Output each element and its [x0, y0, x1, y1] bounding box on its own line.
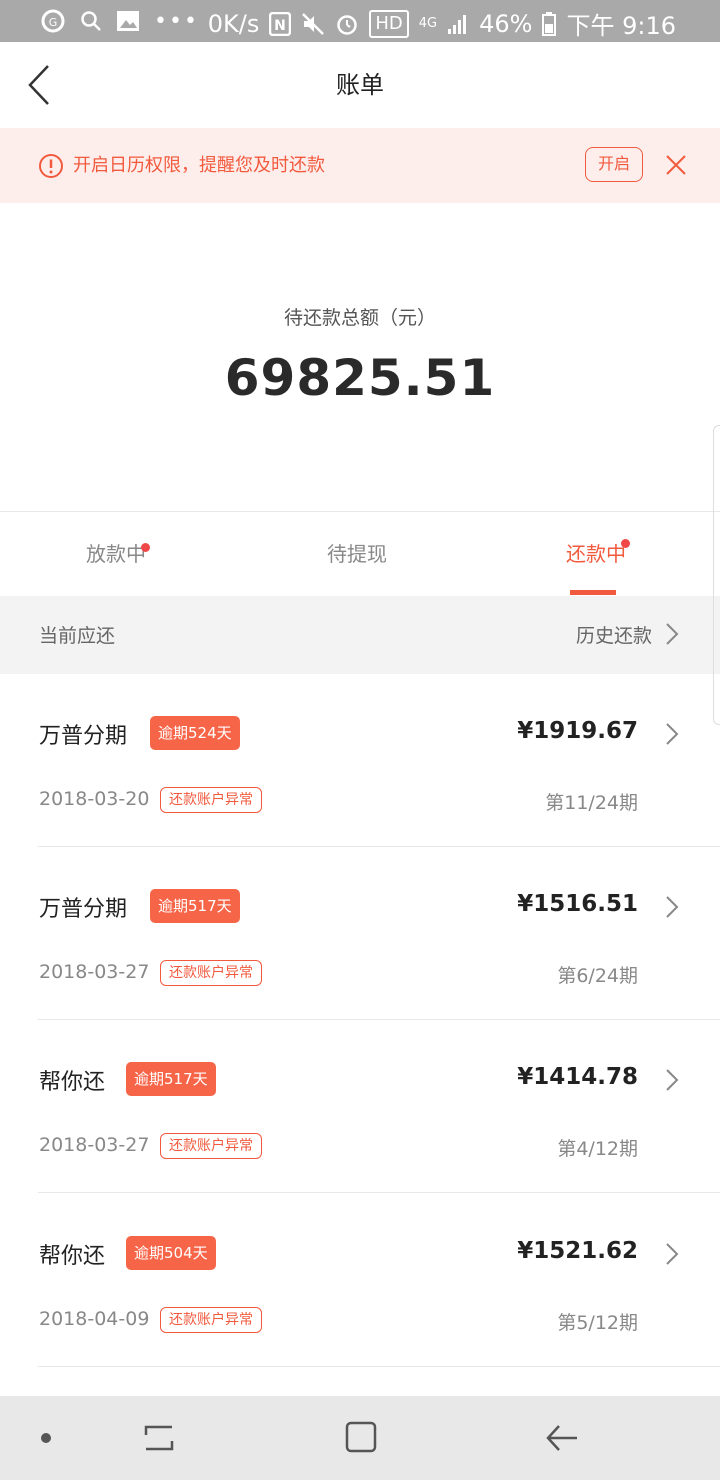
header-bar: 账单: [0, 42, 720, 128]
chevron-right-icon: [666, 896, 679, 918]
total-due-summary: 待还款总额（元） 69825.51: [0, 203, 720, 511]
back-nav-icon[interactable]: [545, 1422, 581, 1454]
bill-amount: ¥1414.78: [517, 1064, 638, 1090]
page-title: 账单: [336, 71, 384, 99]
active-tab-indicator: [570, 590, 616, 595]
search-icon: [81, 11, 101, 31]
calendar-permission-banner: 开启日历权限，提醒您及时还款 开启: [0, 128, 720, 203]
system-navigation-bar: [0, 1396, 720, 1480]
account-error-tag: 还款账户异常: [160, 787, 262, 813]
current-due-label: 当前应还: [39, 625, 116, 647]
lender-name: 万普分期: [39, 897, 128, 922]
tab-repaying[interactable]: 还款中: [566, 512, 626, 596]
bill-item[interactable]: 帮你还 逾期517天 ¥1414.78 2018-03-27 还款账户异常 第4…: [0, 1020, 720, 1193]
chevron-right-icon: [666, 1069, 679, 1091]
installment-period: 第5/12期: [557, 1312, 638, 1334]
due-date: 2018-03-27: [39, 1134, 150, 1156]
gallery-icon: [117, 11, 139, 31]
recent-apps-icon[interactable]: [142, 1421, 176, 1455]
alarm-icon: [337, 14, 358, 35]
more-notifications-icon: •••: [154, 8, 199, 34]
battery-icon: [542, 11, 557, 36]
due-date: 2018-04-09: [39, 1308, 150, 1330]
net-speed: 0K/s: [207, 9, 260, 38]
lender-name: 万普分期: [39, 724, 128, 749]
signal-icon: [448, 14, 467, 34]
tab-label: 待提现: [327, 542, 387, 566]
history-repayment-link[interactable]: 历史还款: [576, 596, 652, 676]
account-error-tag: 还款账户异常: [160, 1133, 262, 1159]
bill-amount: ¥1521.62: [517, 1238, 638, 1264]
overdue-badge: 逾期517天: [126, 1062, 216, 1096]
warning-icon: [39, 154, 63, 178]
bill-amount: ¥1919.67: [517, 718, 638, 744]
tab-repaying-dot: [621, 539, 630, 548]
due-date: 2018-03-27: [39, 961, 150, 983]
tab-label: 放款中: [86, 542, 146, 566]
svg-text:N: N: [275, 18, 287, 34]
network-type: 4G: [418, 16, 438, 31]
dot-indicator-icon: [41, 1433, 51, 1443]
installment-period: 第4/12期: [557, 1138, 638, 1160]
lender-name: 帮你还: [39, 1244, 106, 1269]
banner-text: 开启日历权限，提醒您及时还款: [73, 155, 325, 176]
bill-amount: ¥1516.51: [517, 891, 638, 917]
tab-label: 还款中: [566, 542, 626, 566]
nfc-icon: N: [269, 11, 292, 36]
hd-badge: HD: [369, 9, 409, 38]
tab-bar: 放款中 待提现 还款中: [0, 512, 720, 596]
chevron-right-icon: [666, 1243, 679, 1265]
back-button[interactable]: [22, 62, 62, 108]
data-saver-icon: G: [41, 9, 65, 33]
overdue-badge: 逾期504天: [126, 1236, 216, 1270]
home-icon[interactable]: [344, 1420, 378, 1454]
due-date: 2018-03-20: [39, 788, 150, 810]
tab-lending[interactable]: 放款中: [86, 512, 146, 596]
clock: 下午 9:16: [566, 12, 676, 40]
bill-item[interactable]: 万普分期 逾期524天 ¥1919.67 2018-03-20 还款账户异常 第…: [0, 674, 720, 847]
bill-item[interactable]: 万普分期 逾期517天 ¥1516.51 2018-03-27 还款账户异常 第…: [0, 847, 720, 1020]
chevron-right-icon: [666, 623, 679, 645]
close-icon[interactable]: [664, 153, 688, 177]
status-bar: G ••• 0K/s N HD 4G 46% 下午 9:16: [0, 0, 720, 42]
installment-period: 第11/24期: [545, 792, 638, 814]
tab-pending-withdrawal[interactable]: 待提现: [327, 512, 387, 596]
total-due-label: 待还款总额（元）: [283, 307, 436, 329]
overdue-badge: 逾期517天: [150, 889, 240, 923]
divider: [38, 1192, 720, 1193]
chevron-right-icon: [666, 723, 679, 745]
total-due-amount: 69825.51: [224, 349, 496, 407]
installment-period: 第6/24期: [557, 965, 638, 987]
account-error-tag: 还款账户异常: [160, 1307, 262, 1333]
battery-percent: 46%: [479, 9, 533, 38]
tab-lending-dot: [141, 543, 150, 552]
bill-item[interactable]: 帮你还 逾期504天 ¥1521.62 2018-04-09 还款账户异常 第5…: [0, 1194, 720, 1367]
edge-panel-handle[interactable]: [713, 425, 720, 725]
divider: [38, 1366, 720, 1367]
overdue-badge: 逾期524天: [150, 716, 240, 750]
lender-name: 帮你还: [39, 1070, 106, 1095]
account-error-tag: 还款账户异常: [160, 960, 262, 986]
enable-button[interactable]: 开启: [585, 147, 643, 182]
mute-icon: [302, 12, 325, 35]
svg-text:G: G: [49, 16, 58, 29]
section-header: 当前应还 历史还款: [0, 596, 720, 674]
